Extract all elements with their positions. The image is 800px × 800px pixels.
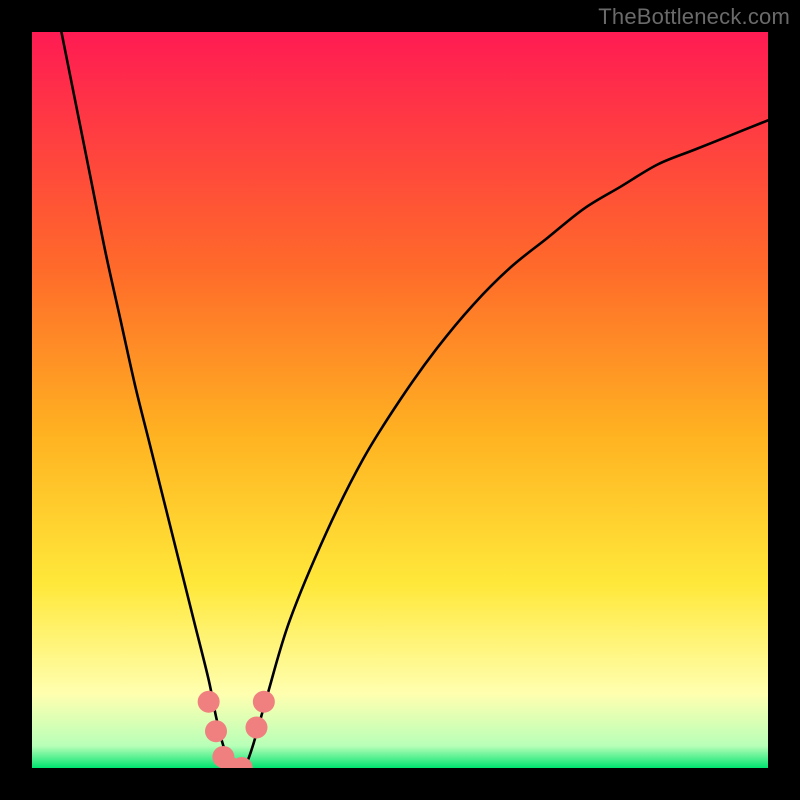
marker-g [253, 691, 275, 713]
marker-b [205, 720, 227, 742]
marker-a [198, 691, 220, 713]
bottleneck-chart [32, 32, 768, 768]
marker-f [245, 717, 267, 739]
watermark-text: TheBottleneck.com [598, 4, 790, 30]
chart-frame: TheBottleneck.com [0, 0, 800, 800]
